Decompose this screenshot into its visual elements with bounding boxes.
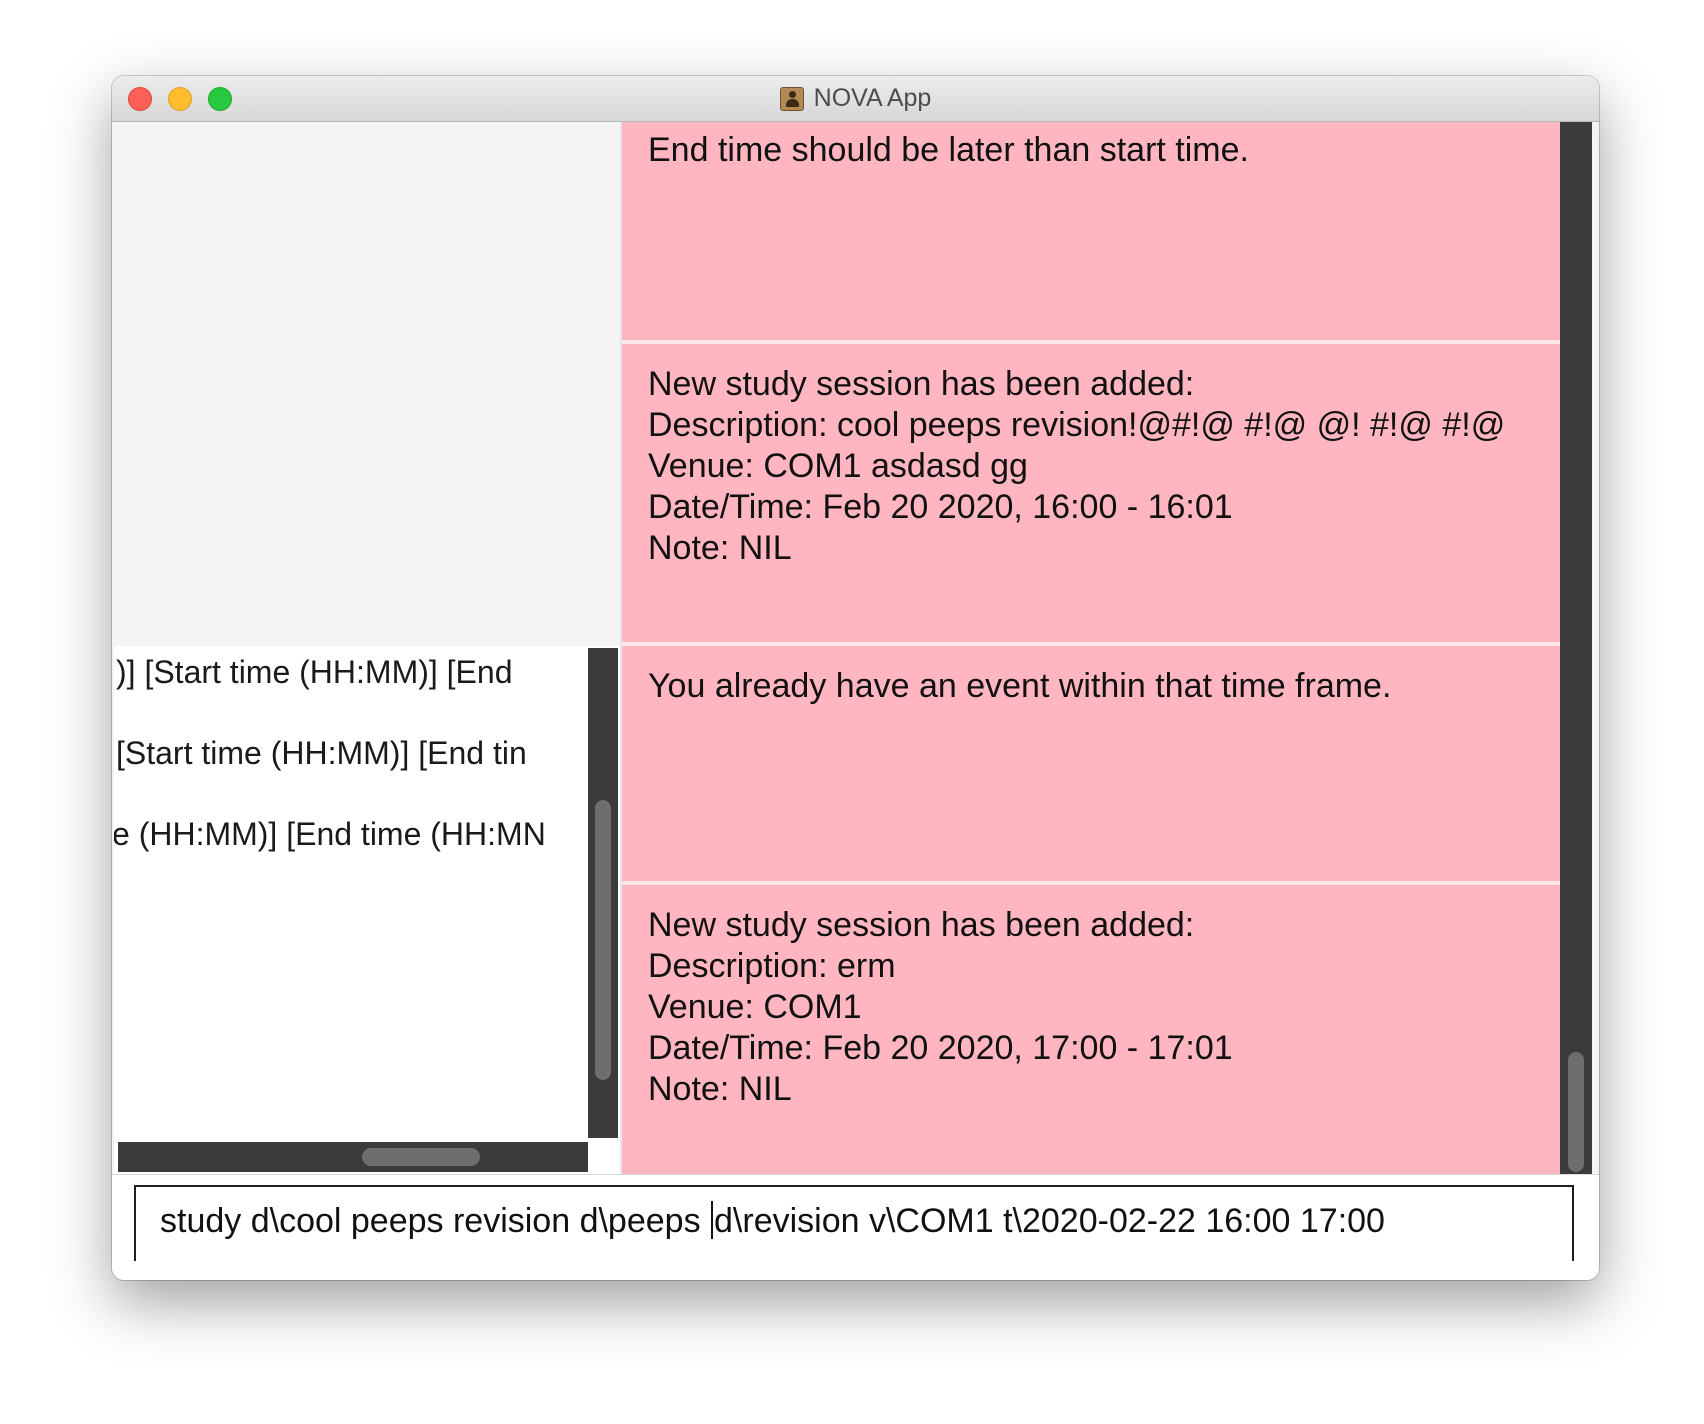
help-line-2: [Start time (HH:MM)] [End tin bbox=[116, 735, 527, 771]
address-book-icon bbox=[779, 86, 804, 111]
results-vertical-scrollbar[interactable] bbox=[1560, 122, 1592, 1174]
window-title: NOVA App bbox=[813, 84, 932, 112]
result-card: You already have an event within that ti… bbox=[622, 646, 1560, 881]
help-line-3: e (HH:MM)] [End time (HH:MN bbox=[114, 816, 546, 852]
result-text: New study session has been added: bbox=[648, 906, 1195, 944]
command-area: study d\cool peeps revision d\peeps d\re… bbox=[112, 1174, 1599, 1280]
command-input-text[interactable]: study d\cool peeps revision d\peeps d\re… bbox=[160, 1201, 1385, 1241]
result-text: Note: NIL bbox=[648, 1070, 792, 1108]
help-line-1: )] [Start time (HH:MM)] [End bbox=[116, 654, 513, 690]
help-vertical-scrollbar[interactable] bbox=[588, 648, 618, 1138]
result-text: New study session has been added: bbox=[648, 365, 1195, 403]
window-title-group: NOVA App bbox=[112, 76, 1599, 121]
help-vertical-scroll-thumb[interactable] bbox=[595, 800, 611, 1080]
results-vertical-scroll-thumb[interactable] bbox=[1568, 1052, 1584, 1172]
result-card: New study session has been added: Descri… bbox=[622, 885, 1560, 1174]
result-text: You already have an event within that ti… bbox=[648, 667, 1392, 705]
result-text: Venue: COM1 bbox=[648, 988, 862, 1026]
help-horizontal-scroll-thumb[interactable] bbox=[362, 1148, 480, 1166]
result-text: Date/Time: Feb 20 2020, 16:00 - 16:01 bbox=[648, 488, 1233, 526]
command-text-before-caret: study d\cool peeps revision d\peeps bbox=[160, 1202, 711, 1240]
help-panel[interactable]: )] [Start time (HH:MM)] [End [Start time… bbox=[114, 646, 620, 1174]
help-horizontal-scrollbar[interactable] bbox=[118, 1142, 588, 1172]
command-input[interactable]: study d\cool peeps revision d\peeps d\re… bbox=[134, 1185, 1574, 1261]
result-text: Note: NIL bbox=[648, 529, 792, 567]
result-text: Venue: COM1 asdasd gg bbox=[648, 447, 1028, 485]
result-text: Date/Time: Feb 20 2020, 17:00 - 17:01 bbox=[648, 1029, 1233, 1067]
result-card: New study session has been added: Descri… bbox=[622, 344, 1560, 642]
title-bar: NOVA App bbox=[112, 76, 1599, 122]
text-caret bbox=[711, 1201, 714, 1239]
result-text: Description: erm bbox=[648, 947, 896, 985]
result-card: End time should be later than start time… bbox=[622, 122, 1560, 340]
result-text: End time should be later than start time… bbox=[648, 131, 1249, 169]
results-list[interactable]: End time should be later than start time… bbox=[622, 122, 1560, 1174]
result-text: Description: cool peeps revision!@#!@ #!… bbox=[648, 406, 1506, 444]
blank-panel bbox=[112, 122, 620, 645]
command-text-after-caret: d\revision v\COM1 t\2020-02-22 16:00 17:… bbox=[714, 1202, 1385, 1240]
app-window: NOVA App )] [Start time (HH:MM)] [End [S… bbox=[112, 76, 1599, 1280]
